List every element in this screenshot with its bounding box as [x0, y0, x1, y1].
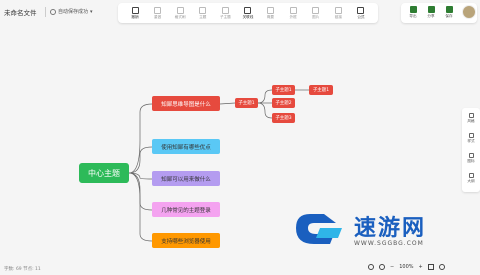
side-label: 图标 — [467, 159, 475, 163]
leaf-topic[interactable]: 子主题1 — [309, 85, 333, 95]
zoom-in-button[interactable]: + — [419, 264, 423, 270]
fit-icon[interactable] — [379, 264, 385, 270]
connector-central-to-branch-5 — [128, 172, 153, 242]
connector-central-to-branch-1 — [128, 103, 153, 174]
connector-branch-to-sub — [219, 102, 236, 105]
style-icon — [468, 113, 474, 118]
locate-icon[interactable] — [368, 264, 374, 270]
branch-topic[interactable]: 使用知犀有哪些优点 — [152, 139, 220, 154]
side-panel: 风格 样式 图标 大纲 — [462, 108, 480, 192]
side-label: 大纲 — [467, 179, 475, 183]
zoom-level: 100% — [399, 264, 414, 270]
branch-topic[interactable]: 几种常见的主题登录 — [152, 202, 220, 217]
branch-topic[interactable]: 知犀可以用来做什么 — [152, 171, 220, 186]
side-label: 风格 — [467, 119, 475, 123]
fullscreen-icon[interactable] — [427, 264, 434, 270]
branch-topic[interactable]: 支持哪些浏览器使用 — [152, 233, 220, 248]
branch-topic[interactable]: 知犀思维导图是什么 — [152, 96, 220, 111]
subtopic[interactable]: 子主题1 — [235, 98, 258, 108]
side-style-button[interactable]: 风格 — [462, 113, 480, 124]
icon-library-icon — [468, 153, 474, 158]
outline-icon — [468, 173, 474, 178]
theme-icon — [468, 133, 474, 138]
word-node-count: 字数: 69 节点: 11 — [4, 267, 41, 272]
side-outline-button[interactable]: 大纲 — [462, 173, 480, 184]
side-icon-library-button[interactable]: 图标 — [462, 153, 480, 164]
watermark-url: WWW.SGGBG.COM — [354, 240, 424, 247]
zoom-out-button[interactable]: − — [390, 264, 394, 270]
zoom-controls: − 100% + — [368, 264, 445, 270]
connector-sub-to-leaf-3 — [257, 102, 273, 119]
status-bar: 字数: 69 节点: 11 − 100% + — [0, 263, 480, 275]
connector-sub-to-leaf-1 — [257, 89, 273, 104]
leaf-topic[interactable]: 子主题3 — [272, 113, 295, 123]
help-icon[interactable] — [438, 264, 445, 270]
leaf-topic[interactable]: 子主题2 — [272, 98, 295, 108]
leaf-topic[interactable]: 子主题1 — [272, 85, 295, 95]
watermark: 速游网 WWW.SGGBG.COM — [290, 210, 470, 250]
side-theme-button[interactable]: 样式 — [462, 133, 480, 144]
watermark-text: 速游网 — [354, 216, 427, 241]
watermark-logo — [296, 214, 342, 244]
central-topic[interactable]: 中心主题 — [79, 163, 129, 183]
side-label: 样式 — [467, 139, 475, 143]
connector-central-to-branch-2 — [128, 146, 153, 174]
